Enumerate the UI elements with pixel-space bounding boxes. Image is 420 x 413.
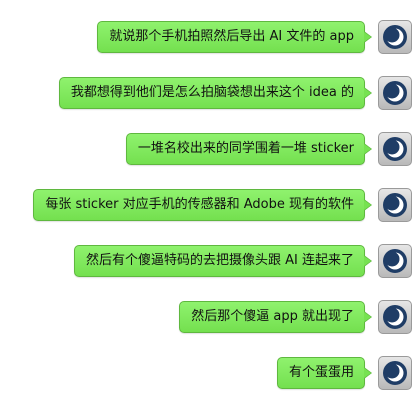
moon-avatar-icon[interactable] bbox=[378, 76, 412, 110]
moon-avatar-icon[interactable] bbox=[378, 356, 412, 390]
moon-avatar-icon[interactable] bbox=[378, 244, 412, 278]
message-row: 每张 sticker 对应手机的传感器和 Adobe 现有的软件 bbox=[0, 186, 420, 226]
chat-transcript: 就说那个手机拍照然后导出 AI 文件的 app 我都想得到他们是怎么拍脑袋想出来… bbox=[0, 0, 420, 413]
message-row: 有个蛋蛋用 bbox=[0, 354, 420, 394]
message-row: 我都想得到他们是怎么拍脑袋想出来这个 idea 的 bbox=[0, 74, 420, 114]
message-row: 就说那个手机拍照然后导出 AI 文件的 app bbox=[0, 18, 420, 58]
message-bubble[interactable]: 然后那个傻逼 app 就出现了 bbox=[179, 301, 372, 333]
message-bubble[interactable]: 每张 sticker 对应手机的传感器和 Adobe 现有的软件 bbox=[33, 189, 372, 221]
moon-avatar-icon[interactable] bbox=[378, 188, 412, 222]
message-bubble[interactable]: 一堆名校出来的同学围着一堆 sticker bbox=[125, 133, 373, 165]
message-row: 一堆名校出来的同学围着一堆 sticker bbox=[0, 130, 420, 170]
message-row: 然后有个傻逼特码的去把摄像头跟 AI 连起来了 bbox=[0, 242, 420, 282]
moon-avatar-icon[interactable] bbox=[378, 300, 412, 334]
message-bubble[interactable]: 就说那个手机拍照然后导出 AI 文件的 app bbox=[97, 21, 372, 53]
moon-avatar-icon[interactable] bbox=[378, 20, 412, 54]
moon-avatar-icon[interactable] bbox=[378, 132, 412, 166]
message-bubble[interactable]: 有个蛋蛋用 bbox=[276, 357, 373, 389]
message-bubble[interactable]: 然后有个傻逼特码的去把摄像头跟 AI 连起来了 bbox=[74, 245, 372, 277]
message-bubble[interactable]: 我都想得到他们是怎么拍脑袋想出来这个 idea 的 bbox=[58, 77, 373, 109]
message-row: 然后那个傻逼 app 就出现了 bbox=[0, 298, 420, 338]
